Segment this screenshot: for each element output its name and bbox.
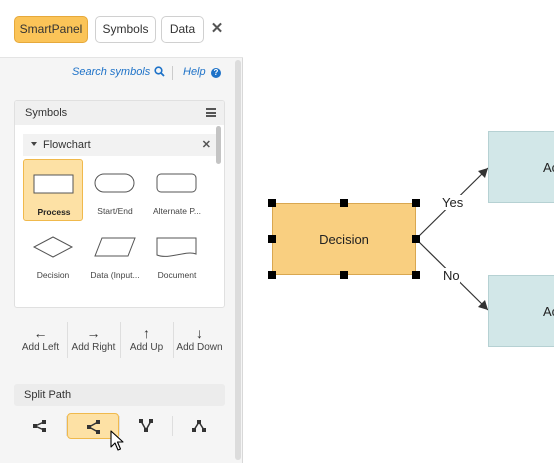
no-edge-label[interactable]: No [443, 268, 460, 283]
resize-handle[interactable] [340, 271, 348, 279]
resize-handle[interactable] [412, 199, 420, 207]
resize-handle[interactable] [268, 235, 276, 243]
action-bottom-label: Ac [543, 304, 554, 319]
action-shape-bottom[interactable]: Ac [488, 275, 554, 347]
resize-handle[interactable] [268, 199, 276, 207]
resize-handle[interactable] [412, 271, 420, 279]
action-top-label: Ac [543, 160, 554, 175]
decision-shape[interactable]: Decision [272, 203, 416, 275]
resize-handle[interactable] [340, 199, 348, 207]
resize-handle[interactable] [268, 271, 276, 279]
yes-edge-label[interactable]: Yes [442, 195, 464, 210]
decision-label: Decision [319, 231, 369, 247]
resize-handle[interactable] [412, 235, 420, 243]
action-shape-top[interactable]: Ac [488, 131, 554, 203]
